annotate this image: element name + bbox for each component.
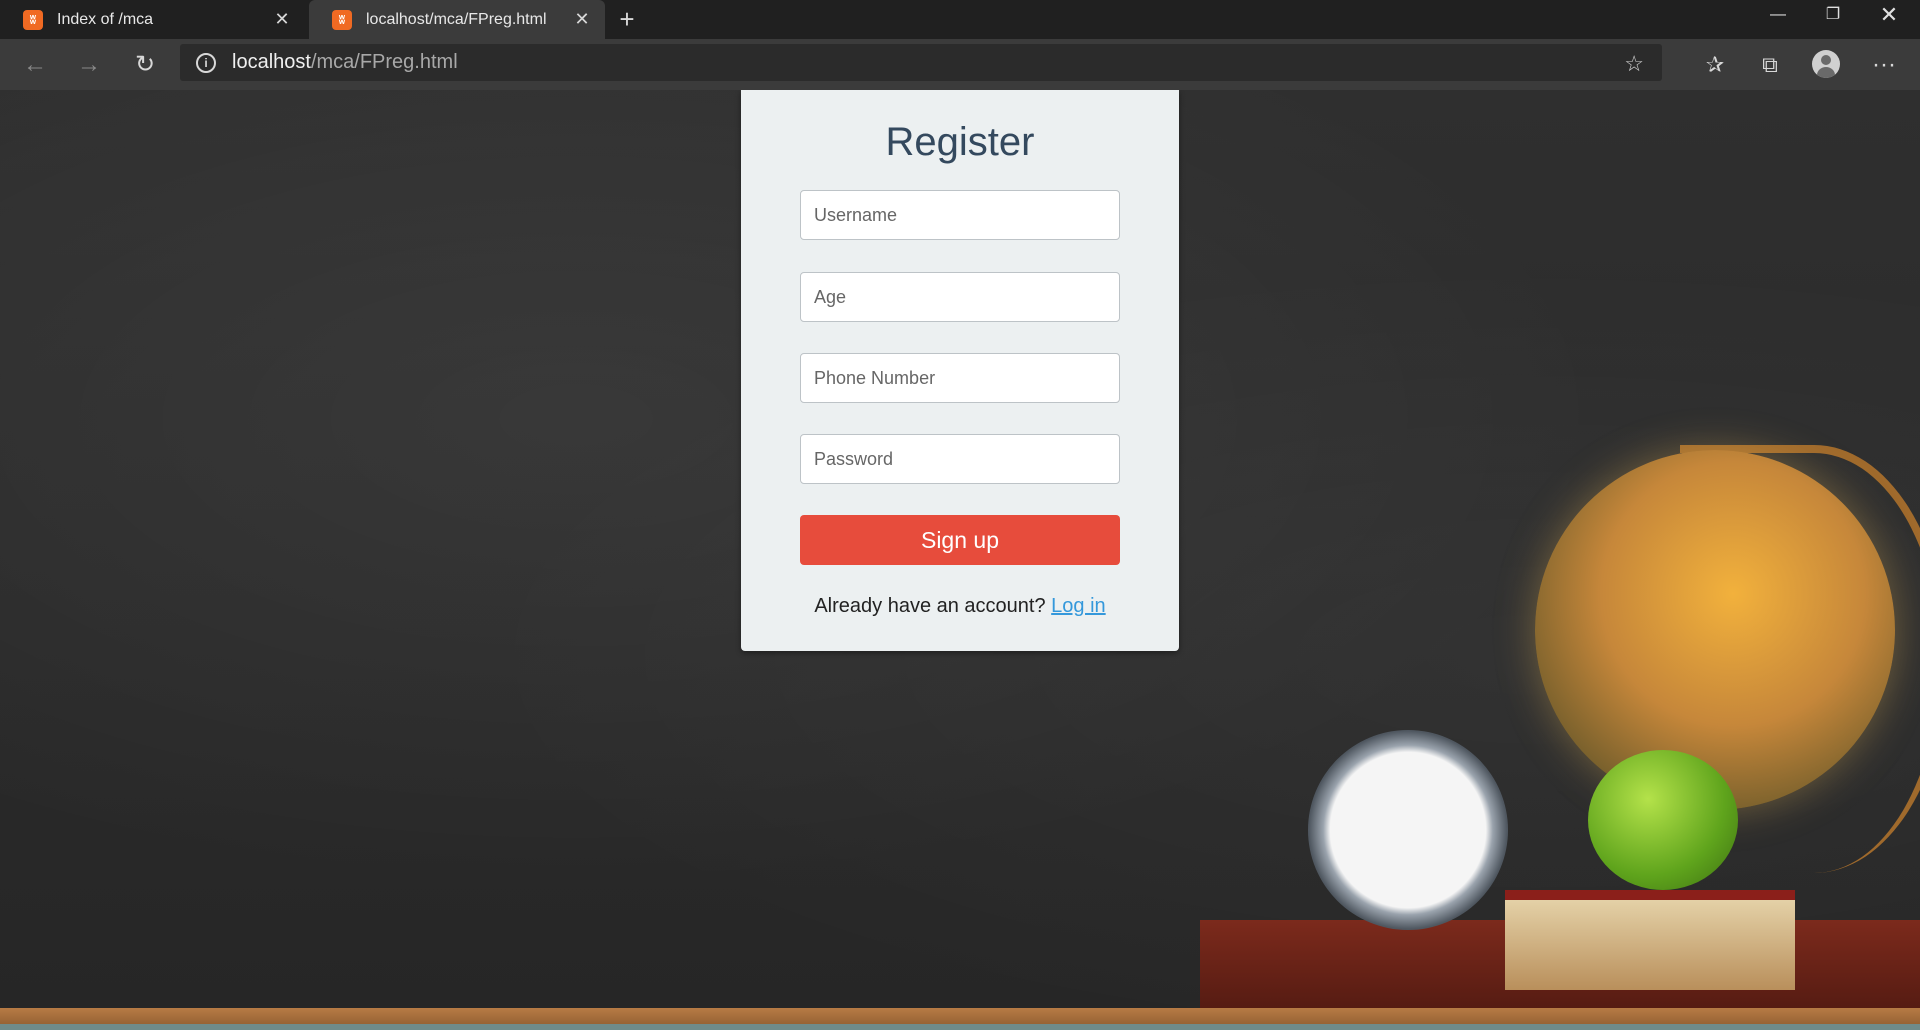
phone-number-input[interactable] [800,353,1120,403]
close-tab-icon[interactable]: ✕ [571,9,593,30]
ledge-edge [0,1024,1920,1030]
register-title: Register [885,120,1035,164]
info-icon[interactable]: i [196,52,216,73]
alarm-clock-decoration [1308,730,1508,930]
tab-strip: ʬ Index of /mca ✕ ʬ localhost/mca/FPreg.… [0,0,1920,39]
back-icon[interactable]: ← [17,47,53,83]
restore-icon[interactable]: ❐ [1807,0,1859,30]
url-host: localhost [232,51,311,73]
tab-title: Index of /mca [57,10,154,28]
login-link[interactable]: Log in [1051,595,1106,617]
xampp-icon: ʬ [332,9,352,30]
globe-decoration [1535,450,1895,810]
close-window-icon[interactable]: ✕ [1863,0,1915,30]
sign-up-button[interactable]: Sign up [800,515,1120,565]
book-stack [1505,890,1795,990]
close-tab-icon[interactable]: ✕ [271,9,293,30]
page-background: Register Sign up Already have an account… [0,90,1920,1030]
tab-index-of-mca[interactable]: ʬ Index of /mca ✕ [0,0,305,39]
apple-decoration [1588,750,1738,890]
url-text: localhost/mca/FPreg.html [232,51,458,74]
register-card: Register Sign up Already have an account… [741,90,1179,651]
tab-fpreg[interactable]: ʬ localhost/mca/FPreg.html ✕ [309,0,605,39]
address-bar[interactable]: i localhost/mca/FPreg.html ☆ [180,44,1662,81]
browser-toolbar: ← → ↻ i localhost/mca/FPreg.html ☆ ✰ ⧉ ·… [0,39,1920,90]
star-icon[interactable]: ☆ [1624,51,1644,77]
minimize-icon[interactable]: — [1752,0,1804,30]
age-input[interactable] [800,272,1120,322]
collections-icon[interactable]: ⧉ [1752,47,1788,83]
username-input[interactable] [800,190,1120,240]
new-tab-icon[interactable]: + [613,4,641,34]
login-prompt-text: Already have an account? [814,595,1046,617]
more-icon[interactable]: ··· [1866,47,1902,83]
favorites-icon[interactable]: ✰ [1697,47,1733,83]
login-prompt: Already have an account? Log in [741,595,1179,618]
profile-avatar-icon[interactable] [1812,50,1840,78]
url-path: /mca/FPreg.html [310,51,458,73]
tab-title: localhost/mca/FPreg.html [366,10,547,28]
forward-icon[interactable]: → [71,47,107,83]
reload-icon[interactable]: ↻ [127,47,163,83]
xampp-icon: ʬ [23,9,43,30]
password-input[interactable] [800,434,1120,484]
